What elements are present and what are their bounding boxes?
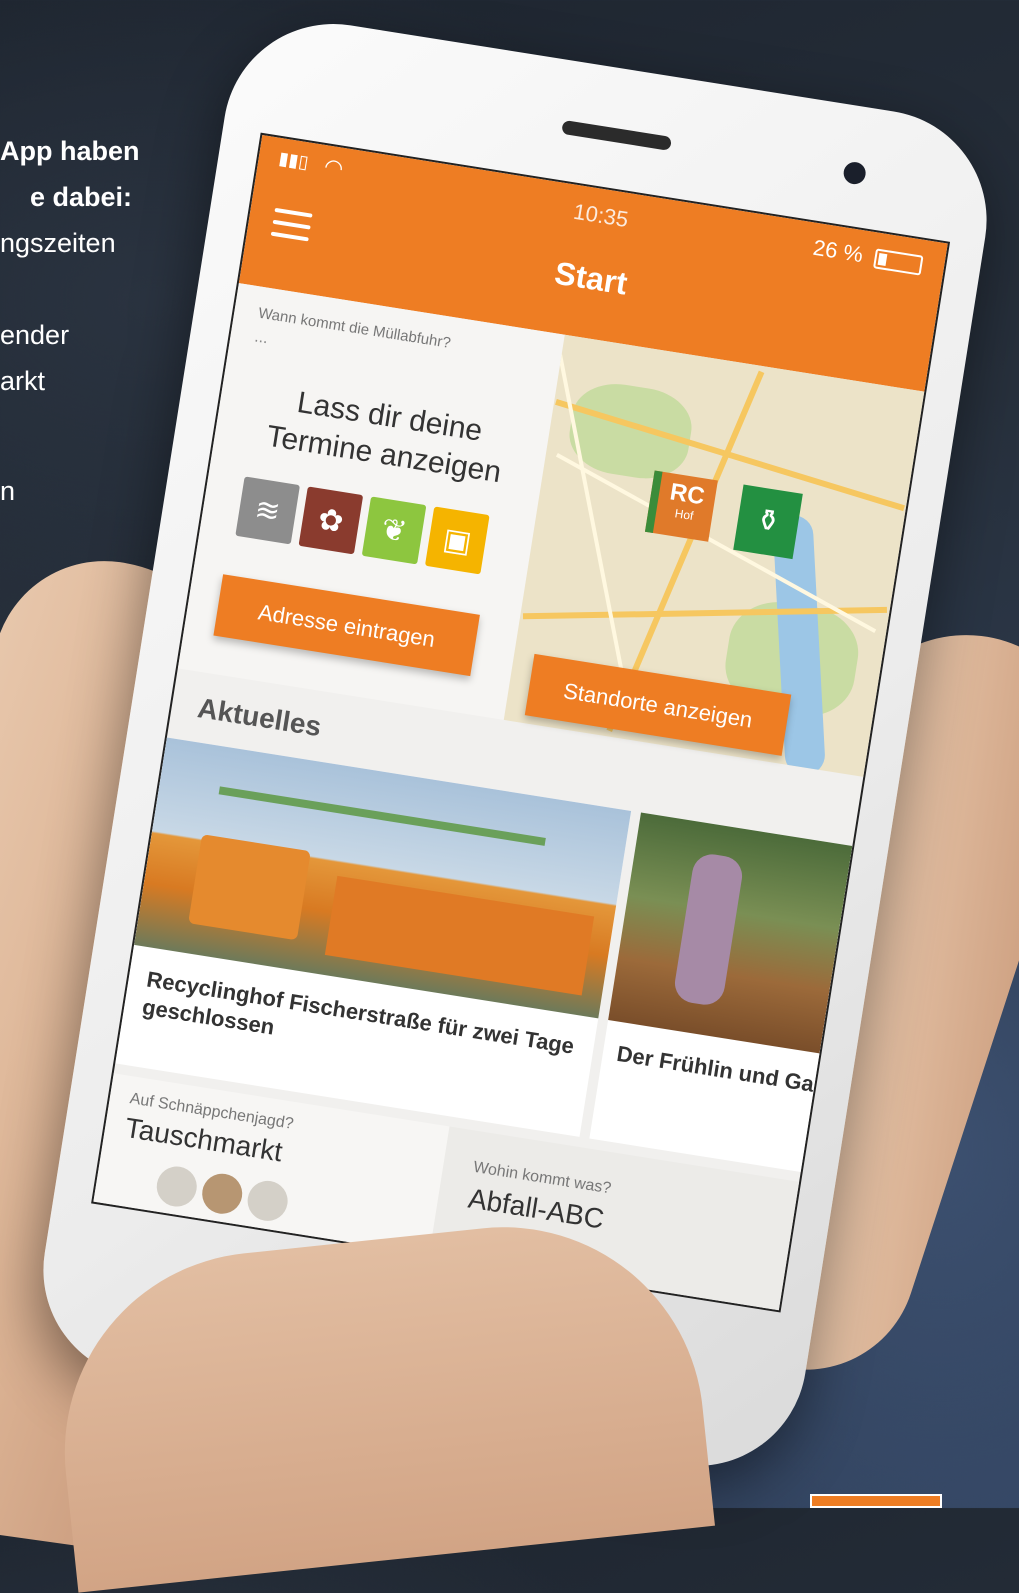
promo-line-4: ender [0, 320, 70, 350]
residual-waste-icon: ≋ [235, 476, 300, 545]
news-photo [608, 812, 853, 1054]
container-image [324, 875, 595, 996]
promo-line-3: ngszeiten [0, 228, 116, 258]
termine-heading: Lass dir deine Termine anzeigen [264, 385, 504, 490]
packaging-waste-icon: ▣ [424, 506, 490, 575]
news-card[interactable]: Recyclinghof Fischerstraße für zwei Tage… [115, 737, 632, 1137]
camera-icon [842, 160, 868, 186]
speaker-grille [561, 119, 673, 151]
address-button[interactable]: Adresse eintragen [213, 574, 480, 677]
promo-line-5: arkt [0, 366, 46, 396]
avatar [153, 1163, 200, 1210]
organic-waste-icon: ✿ [298, 486, 364, 555]
truck-image [188, 834, 311, 941]
promo-line-1: App haben [0, 136, 140, 166]
news-title: Der Frühlin und Garten [615, 1040, 857, 1104]
termine-dots: ... [253, 328, 270, 348]
item-thumbnails [153, 1163, 291, 1224]
promo-line-6: n [0, 476, 16, 506]
termine-sub-label: Wann kommt die Müllabfuhr? [257, 304, 452, 352]
avatar [244, 1178, 291, 1224]
app-screen: ▮▮▯ ◠ 10:35 26 % Start Wann kommt die Mü… [91, 132, 951, 1313]
glass-container-pin[interactable]: ⚱ [733, 484, 803, 560]
news-card[interactable]: Der Frühlin und Garten [589, 812, 857, 1172]
person-image [672, 851, 745, 1008]
news-section-title: Aktuelles [195, 692, 324, 743]
recycling-center-pin[interactable]: RC Hof [644, 470, 718, 542]
promo-line-2: e dabei: [30, 182, 133, 212]
bin-icons: ≋ ✿ ❦ ▣ [235, 476, 490, 575]
termine-card: Wann kommt die Müllabfuhr? ... Lass dir … [177, 283, 565, 720]
avatar [199, 1170, 246, 1217]
green-waste-icon: ❦ [361, 496, 427, 565]
brand-tab [810, 1494, 942, 1508]
